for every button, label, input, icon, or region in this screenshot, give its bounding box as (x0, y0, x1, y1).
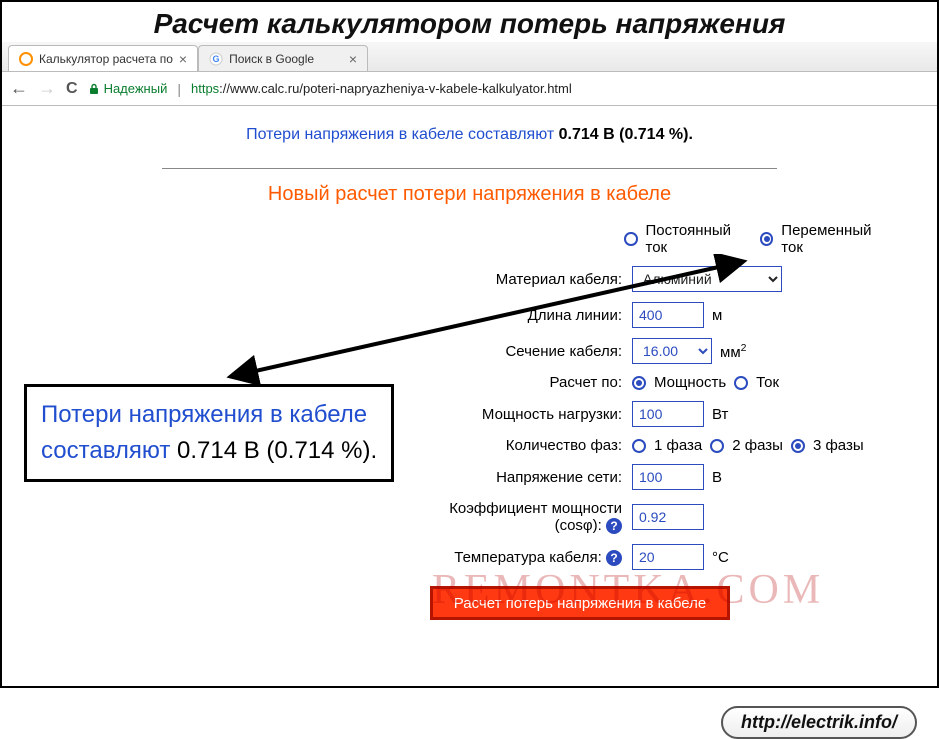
section-label: Сечение кабеля: (422, 343, 632, 360)
tabs-bar: Калькулятор расчета по × G Поиск в Googl… (2, 42, 937, 72)
material-select[interactable]: Алюминий (632, 266, 782, 292)
cosphi-input[interactable] (632, 504, 704, 530)
page-heading: Расчет калькулятором потерь напряжения (2, 2, 937, 42)
url-scheme: https (191, 81, 219, 96)
material-label: Материал кабеля: (422, 271, 632, 288)
temp-label: Температура кабеля: ? (422, 549, 632, 566)
row-voltage: Напряжение сети: В (422, 464, 892, 490)
tab-calculator[interactable]: Калькулятор расчета по × (8, 45, 198, 71)
radio-current-label: Ток (756, 374, 779, 391)
length-unit: м (712, 307, 722, 324)
radio-3phase-label: 3 фазы (813, 437, 864, 454)
help-icon[interactable]: ? (606, 518, 622, 534)
power-label: Мощность нагрузки: (422, 406, 632, 423)
back-button[interactable]: ← (10, 78, 28, 99)
temp-unit: °С (712, 549, 729, 566)
row-material: Материал кабеля: Алюминий (422, 266, 892, 292)
row-phases: Количество фаз: 1 фаза 2 фазы 3 фазы (422, 437, 892, 454)
lock-icon (88, 83, 100, 95)
radio-3phase[interactable] (791, 439, 805, 453)
result-value: 0.714 В (0.714 %). (559, 126, 693, 143)
google-favicon-icon: G (209, 52, 223, 66)
reload-button[interactable]: C (66, 80, 78, 98)
close-icon[interactable]: × (179, 52, 187, 66)
length-label: Длина линии: (422, 307, 632, 324)
row-cosphi: Коэффициент мощности (cosφ): ? (422, 500, 892, 534)
temp-input[interactable] (632, 544, 704, 570)
radio-power[interactable] (632, 376, 646, 390)
tab-label: Калькулятор расчета по (39, 52, 173, 66)
calc-form: Постоянный ток Переменный ток Материал к… (422, 222, 892, 620)
radio-ac-label: Переменный ток (781, 222, 892, 256)
radio-dc-label: Постоянный ток (646, 222, 752, 256)
address-bar: ← → C Надежный | https://www.calc.ru/pot… (2, 72, 937, 106)
help-icon[interactable]: ? (606, 550, 622, 566)
radio-2phase[interactable] (710, 439, 724, 453)
callout-box: Потери напряжения в кабеле составляют 0.… (24, 384, 394, 482)
row-current-type: Постоянный ток Переменный ток (422, 222, 892, 256)
secure-indicator: Надежный (88, 81, 168, 96)
calcby-label: Расчет по: (422, 374, 632, 391)
radio-1phase[interactable] (632, 439, 646, 453)
page-content: Потери напряжения в кабеле составляют 0.… (2, 106, 937, 620)
row-power: Мощность нагрузки: Вт (422, 401, 892, 427)
tab-label: Поиск в Google (229, 52, 314, 66)
callout-label: Потери напряжения в кабеле (41, 401, 367, 428)
radio-ac[interactable] (760, 232, 774, 246)
source-link-pill[interactable]: http://electrik.info/ (721, 706, 917, 739)
callout-value: 0.714 В (0.714 %). (177, 437, 377, 464)
voltage-unit: В (712, 469, 722, 486)
url-rest: ://www.calc.ru/poteri-napryazheniya-v-ka… (219, 81, 572, 96)
power-input[interactable] (632, 401, 704, 427)
length-input[interactable] (632, 302, 704, 328)
radio-2phase-label: 2 фазы (732, 437, 783, 454)
phases-label: Количество фаз: (422, 437, 632, 454)
tab-google[interactable]: G Поиск в Google × (198, 45, 368, 71)
result-label: Потери напряжения в кабеле составляют (246, 126, 559, 143)
secure-text: Надежный (104, 81, 168, 96)
row-length: Длина линии: м (422, 302, 892, 328)
forward-button[interactable]: → (38, 78, 56, 99)
section-title: Новый расчет потери напряжения в кабеле (2, 183, 937, 206)
result-line: Потери напряжения в кабеле составляют 0.… (2, 126, 937, 144)
row-section: Сечение кабеля: 16.00 мм2 (422, 338, 892, 364)
calc-favicon-icon (19, 52, 33, 66)
svg-text:G: G (213, 54, 220, 64)
url-display[interactable]: https://www.calc.ru/poteri-napryazheniya… (191, 81, 572, 96)
section-select[interactable]: 16.00 (632, 338, 712, 364)
row-calc-by: Расчет по: Мощность Ток (422, 374, 892, 391)
power-unit: Вт (712, 406, 728, 423)
radio-current[interactable] (734, 376, 748, 390)
radio-power-label: Мощность (654, 374, 726, 391)
row-temp: Температура кабеля: ? °С (422, 544, 892, 570)
callout-label2: составляют (41, 437, 177, 464)
section-unit: мм2 (720, 342, 746, 361)
submit-button[interactable]: Расчет потерь напряжения в кабеле (430, 586, 730, 620)
divider (162, 168, 777, 169)
voltage-label: Напряжение сети: (422, 469, 632, 486)
close-icon[interactable]: × (349, 52, 357, 66)
radio-1phase-label: 1 фаза (654, 437, 702, 454)
radio-dc[interactable] (624, 232, 638, 246)
voltage-input[interactable] (632, 464, 704, 490)
cosphi-label: Коэффициент мощности (cosφ): ? (422, 500, 632, 534)
